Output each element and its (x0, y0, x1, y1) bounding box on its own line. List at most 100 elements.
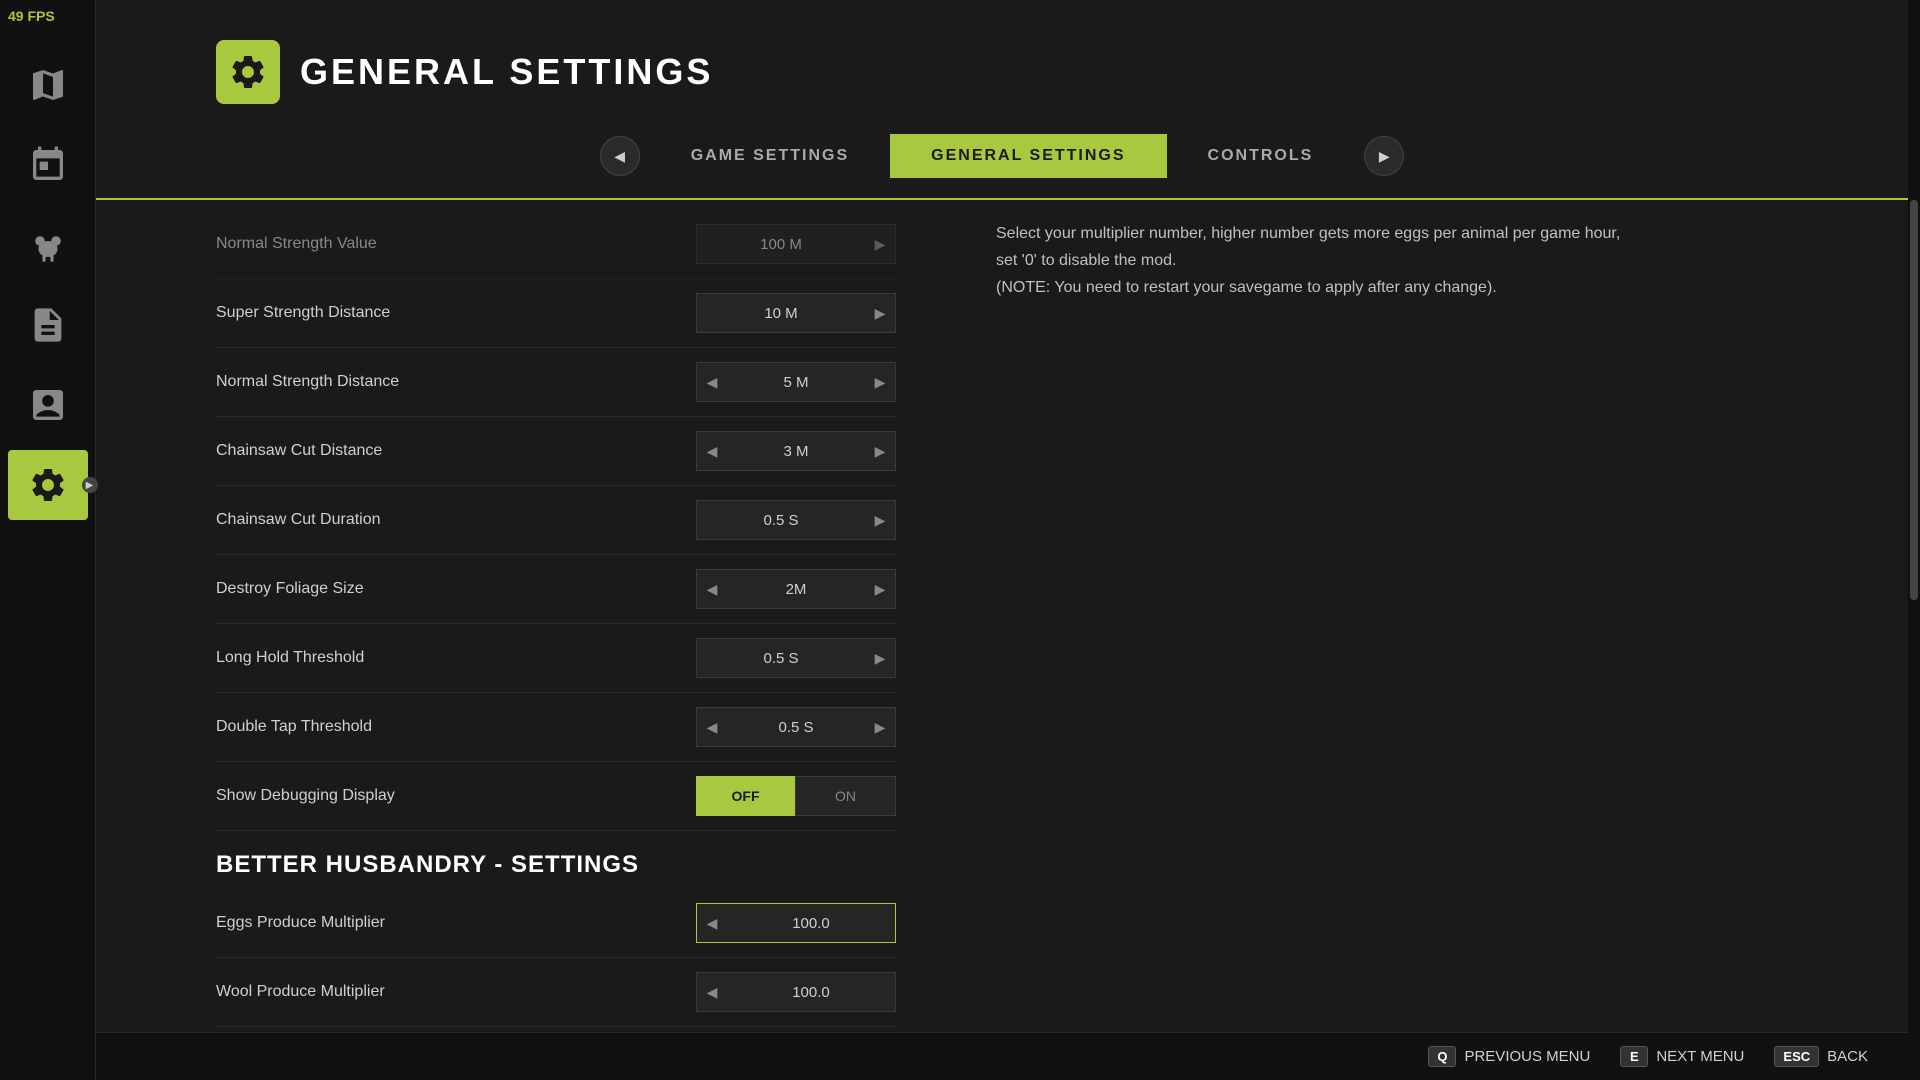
back-label: BACK (1827, 1048, 1868, 1065)
main-content: GENERAL SETTINGS ◀ GAME SETTINGS GENERAL… (96, 0, 1908, 1080)
value-control-chainsaw-cut-distance[interactable]: ◀ 3 M ▶ (696, 431, 896, 471)
tab-general-settings[interactable]: GENERAL SETTINGS (890, 134, 1166, 178)
value-left-arrow-ccd[interactable]: ◀ (697, 431, 727, 471)
setting-label-show-debugging-display: Show Debugging Display (216, 787, 395, 805)
toggle-off-button[interactable]: OFF (696, 776, 795, 816)
value-right-arrow-ccd[interactable]: ▶ (865, 431, 895, 471)
setting-label-chainsaw-cut-distance: Chainsaw Cut Distance (216, 442, 382, 460)
info-panel: Select your multiplier number, higher nu… (956, 200, 1908, 1080)
value-display: 100 M (697, 236, 865, 253)
info-text-line2: set '0' to disable the mod. (996, 247, 1868, 274)
header-gear-icon (228, 52, 268, 92)
value-left-arrow-epm[interactable]: ◀ (697, 903, 727, 943)
value-left-arrow-dfs[interactable]: ◀ (697, 569, 727, 609)
toggle-debugging-display[interactable]: OFF ON (696, 776, 896, 816)
prev-menu-action[interactable]: Q PREVIOUS MENU (1428, 1046, 1590, 1067)
setting-row-normal-strength-distance: Normal Strength Distance ◀ 5 M ▶ (216, 348, 896, 417)
sidebar-item-animals[interactable] (8, 210, 88, 280)
value-control-chainsaw-cut-duration[interactable]: 0.5 S ▶ (696, 500, 896, 540)
header-icon (216, 40, 280, 104)
setting-row-long-hold-threshold: Long Hold Threshold 0.5 S ▶ (216, 624, 896, 693)
next-menu-action[interactable]: E NEXT MENU (1620, 1046, 1744, 1067)
setting-label-super-strength-distance: Super Strength Distance (216, 304, 390, 322)
setting-control-normal-strength-distance: ◀ 5 M ▶ (696, 362, 896, 402)
info-text-line3: (NOTE: You need to restart your savegame… (996, 274, 1868, 301)
toggle-on-button[interactable]: ON (795, 776, 896, 816)
setting-label-wool-produce-multiplier: Wool Produce Multiplier (216, 983, 385, 1001)
value-right-arrow-dfs[interactable]: ▶ (865, 569, 895, 609)
next-menu-label: NEXT MENU (1656, 1048, 1744, 1065)
setting-control-chainsaw-cut-duration: 0.5 S ▶ (696, 500, 896, 540)
value-left-arrow-nsd[interactable]: ◀ (697, 362, 727, 402)
map-icon (28, 65, 68, 105)
info-text-line1: Select your multiplier number, higher nu… (996, 220, 1868, 247)
setting-label-long-hold-threshold: Long Hold Threshold (216, 649, 364, 667)
value-left-arrow-wpm[interactable]: ◀ (697, 972, 727, 1012)
value-right-arrow-ccdu[interactable]: ▶ (865, 500, 895, 540)
value-right-arrow-super[interactable]: ▶ (865, 293, 895, 333)
setting-control-show-debugging-display: OFF ON (696, 776, 896, 816)
value-display-ccdu: 0.5 S (697, 512, 865, 529)
setting-label-double-tap-threshold: Double Tap Threshold (216, 718, 372, 736)
tab-prev-arrow[interactable]: ◀ (600, 136, 640, 176)
setting-row-wool-produce-multiplier: Wool Produce Multiplier ◀ 100.0 (216, 958, 896, 1027)
setting-control-normal-strength-value: 100 M ▶ (696, 224, 896, 264)
sidebar-item-settings[interactable]: ▶ (8, 450, 88, 520)
tab-game-settings[interactable]: GAME SETTINGS (650, 134, 890, 178)
sidebar-item-production[interactable] (8, 370, 88, 440)
value-display-wpm: 100.0 (727, 984, 895, 1001)
value-right-arrow-dtt[interactable]: ▶ (865, 707, 895, 747)
setting-control-chainsaw-cut-distance: ◀ 3 M ▶ (696, 431, 896, 471)
setting-label-chainsaw-cut-duration: Chainsaw Cut Duration (216, 511, 381, 529)
tab-next-arrow[interactable]: ▶ (1364, 136, 1404, 176)
bottom-bar: Q PREVIOUS MENU E NEXT MENU ESC BACK (96, 1032, 1908, 1080)
nav-tabs: ◀ GAME SETTINGS GENERAL SETTINGS CONTROL… (96, 124, 1908, 200)
e-key-badge: E (1620, 1046, 1648, 1067)
q-key-badge: Q (1428, 1046, 1456, 1067)
setting-control-double-tap-threshold: ◀ 0.5 S ▶ (696, 707, 896, 747)
value-control-normal-strength-value[interactable]: 100 M ▶ (696, 224, 896, 264)
header: GENERAL SETTINGS (96, 0, 1908, 124)
setting-row-super-strength-distance: Super Strength Distance 10 M ▶ (216, 279, 896, 348)
setting-row-double-tap-threshold: Double Tap Threshold ◀ 0.5 S ▶ (216, 693, 896, 762)
setting-row-destroy-foliage-size: Destroy Foliage Size ◀ 2M ▶ (216, 555, 896, 624)
prev-menu-label: PREVIOUS MENU (1464, 1048, 1590, 1065)
sidebar-item-map[interactable] (8, 50, 88, 120)
setting-row-normal-strength-value: Normal Strength Value 100 M ▶ (216, 210, 896, 279)
value-display-epm: 100.0 (727, 915, 895, 932)
value-display-nsd: 5 M (727, 374, 865, 391)
setting-control-eggs-produce-multiplier: ◀ 100.0 (696, 903, 896, 943)
animals-icon (28, 225, 68, 265)
value-control-normal-strength-distance[interactable]: ◀ 5 M ▶ (696, 362, 896, 402)
settings-panel: Normal Strength Value 100 M ▶ Super Stre… (96, 200, 956, 1080)
tab-controls[interactable]: CONTROLS (1167, 134, 1355, 178)
value-control-double-tap-threshold[interactable]: ◀ 0.5 S ▶ (696, 707, 896, 747)
value-right-arrow-lht[interactable]: ▶ (865, 638, 895, 678)
setting-label-destroy-foliage-size: Destroy Foliage Size (216, 580, 364, 598)
back-action[interactable]: ESC BACK (1774, 1046, 1868, 1067)
sidebar-item-tasks[interactable] (8, 290, 88, 360)
value-right-arrow-nsd[interactable]: ▶ (865, 362, 895, 402)
value-left-arrow-dtt[interactable]: ◀ (697, 707, 727, 747)
calendar-icon (28, 145, 68, 185)
setting-label-normal-strength-distance: Normal Strength Distance (216, 373, 399, 391)
setting-control-wool-produce-multiplier: ◀ 100.0 (696, 972, 896, 1012)
value-display-lht: 0.5 S (697, 650, 865, 667)
value-control-eggs-produce-multiplier[interactable]: ◀ 100.0 (696, 903, 896, 943)
value-control-long-hold-threshold[interactable]: 0.5 S ▶ (696, 638, 896, 678)
esc-key-badge: ESC (1774, 1046, 1819, 1067)
scrollbar[interactable] (1908, 0, 1920, 1080)
setting-label-eggs-produce-multiplier: Eggs Produce Multiplier (216, 914, 385, 932)
setting-row-show-debugging-display: Show Debugging Display OFF ON (216, 762, 896, 831)
value-control-super-strength-distance[interactable]: 10 M ▶ (696, 293, 896, 333)
setting-control-destroy-foliage-size: ◀ 2M ▶ (696, 569, 896, 609)
value-control-destroy-foliage-size[interactable]: ◀ 2M ▶ (696, 569, 896, 609)
value-control-wool-produce-multiplier[interactable]: ◀ 100.0 (696, 972, 896, 1012)
production-icon (28, 385, 68, 425)
sidebar-item-calendar[interactable] (8, 130, 88, 200)
setting-row-eggs-produce-multiplier: Eggs Produce Multiplier ◀ 100.0 (216, 889, 896, 958)
setting-row-chainsaw-cut-duration: Chainsaw Cut Duration 0.5 S ▶ (216, 486, 896, 555)
scrollbar-thumb[interactable] (1910, 200, 1918, 600)
value-right-arrow[interactable]: ▶ (865, 224, 895, 264)
content-area: Normal Strength Value 100 M ▶ Super Stre… (96, 200, 1908, 1080)
